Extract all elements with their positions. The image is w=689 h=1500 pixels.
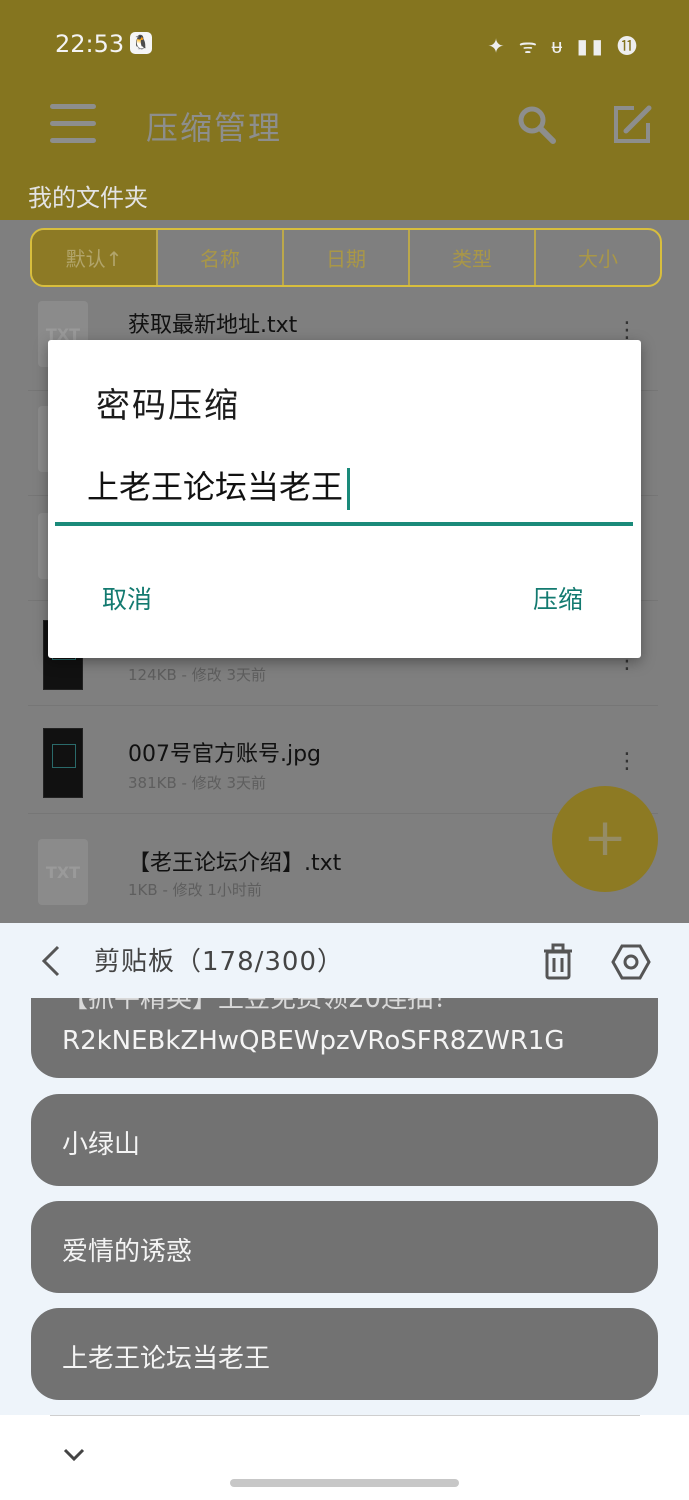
- text-caret: [347, 468, 351, 510]
- clipboard-item-text: 小绿山: [62, 1130, 141, 1160]
- file-meta: 381KB - 修改 3天前: [128, 774, 267, 792]
- clipboard-item-text: 爱情的诱惑: [62, 1237, 193, 1267]
- clipboard-item[interactable]: 小绿山: [31, 1094, 658, 1186]
- clipboard-item-text: 上老王论坛当老王: [62, 1344, 271, 1374]
- cancel-button[interactable]: 取消: [102, 580, 152, 616]
- search-icon[interactable]: [516, 104, 556, 144]
- trash-icon[interactable]: [541, 943, 575, 981]
- settings-icon[interactable]: [611, 942, 651, 982]
- keyboard-toolbar: [0, 1415, 689, 1500]
- file-name: 【老王论坛介绍】.txt: [128, 851, 342, 876]
- status-time: 22:53: [55, 30, 125, 58]
- compress-button[interactable]: 压缩: [533, 580, 583, 616]
- clipboard-item[interactable]: 上老王论坛当老王: [31, 1308, 658, 1400]
- add-fab-button[interactable]: +: [552, 786, 658, 892]
- more-icon[interactable]: ⋮: [616, 651, 638, 673]
- password-compress-dialog: 密码压缩 上老王论坛当老王 取消 压缩: [48, 340, 641, 658]
- back-icon[interactable]: [36, 943, 68, 979]
- sort-tab-name[interactable]: 名称: [158, 230, 284, 285]
- clipboard-item[interactable]: 爱情的诱惑: [31, 1201, 658, 1293]
- password-input-value: 上老王论坛当老王: [87, 468, 344, 506]
- menu-icon[interactable]: [50, 104, 96, 144]
- clipboard-item-line1: 【抓牛精英】土豆免费领20连抽！: [62, 998, 460, 1014]
- sort-tabs: 默认↑ 名称 日期 类型 大小: [30, 228, 662, 287]
- home-indicator[interactable]: [230, 1479, 459, 1487]
- clipboard-item[interactable]: 【抓牛精英】土豆免费领20连抽！ R2kNEBkZHwQBEWpzVRoSFR8…: [31, 998, 658, 1078]
- qq-icon: 🐧: [130, 32, 152, 54]
- file-meta: 1KB - 修改 1小时前: [128, 881, 262, 899]
- sort-tab-default[interactable]: 默认↑: [32, 230, 158, 285]
- status-icons: ✦ ᯤ ᵾ ▮▮ ⓫: [487, 34, 641, 58]
- file-name: 获取最新地址.txt: [128, 313, 298, 338]
- sort-tab-date[interactable]: 日期: [284, 230, 410, 285]
- more-icon[interactable]: ⋮: [616, 751, 638, 773]
- chevron-down-icon[interactable]: [62, 1445, 86, 1465]
- password-input[interactable]: 上老王论坛当老王: [55, 450, 633, 526]
- sort-tab-type[interactable]: 类型: [410, 230, 536, 285]
- clipboard-title: 剪贴板（178/300）: [94, 947, 345, 977]
- image-thumbnail: [43, 728, 83, 798]
- input-underline: [55, 522, 633, 526]
- file-meta: 124KB - 修改 3天前: [128, 666, 267, 684]
- file-row[interactable]: 007号官方账号.jpg 381KB - 修改 3天前 ⋮: [28, 708, 658, 814]
- page-title: 压缩管理: [146, 109, 283, 147]
- clipboard-item-line2: R2kNEBkZHwQBEWpzVRoSFR8ZWR1G: [62, 1026, 565, 1056]
- sort-tab-size[interactable]: 大小: [536, 230, 660, 285]
- dialog-title: 密码压缩: [96, 386, 240, 426]
- edit-icon[interactable]: [612, 105, 652, 145]
- divider: [50, 1415, 640, 1416]
- folder-breadcrumb: 我的文件夹: [28, 184, 148, 212]
- more-icon[interactable]: ⋮: [616, 320, 638, 342]
- txt-file-icon: TXT: [38, 839, 88, 905]
- file-name: 007号官方账号.jpg: [128, 742, 322, 767]
